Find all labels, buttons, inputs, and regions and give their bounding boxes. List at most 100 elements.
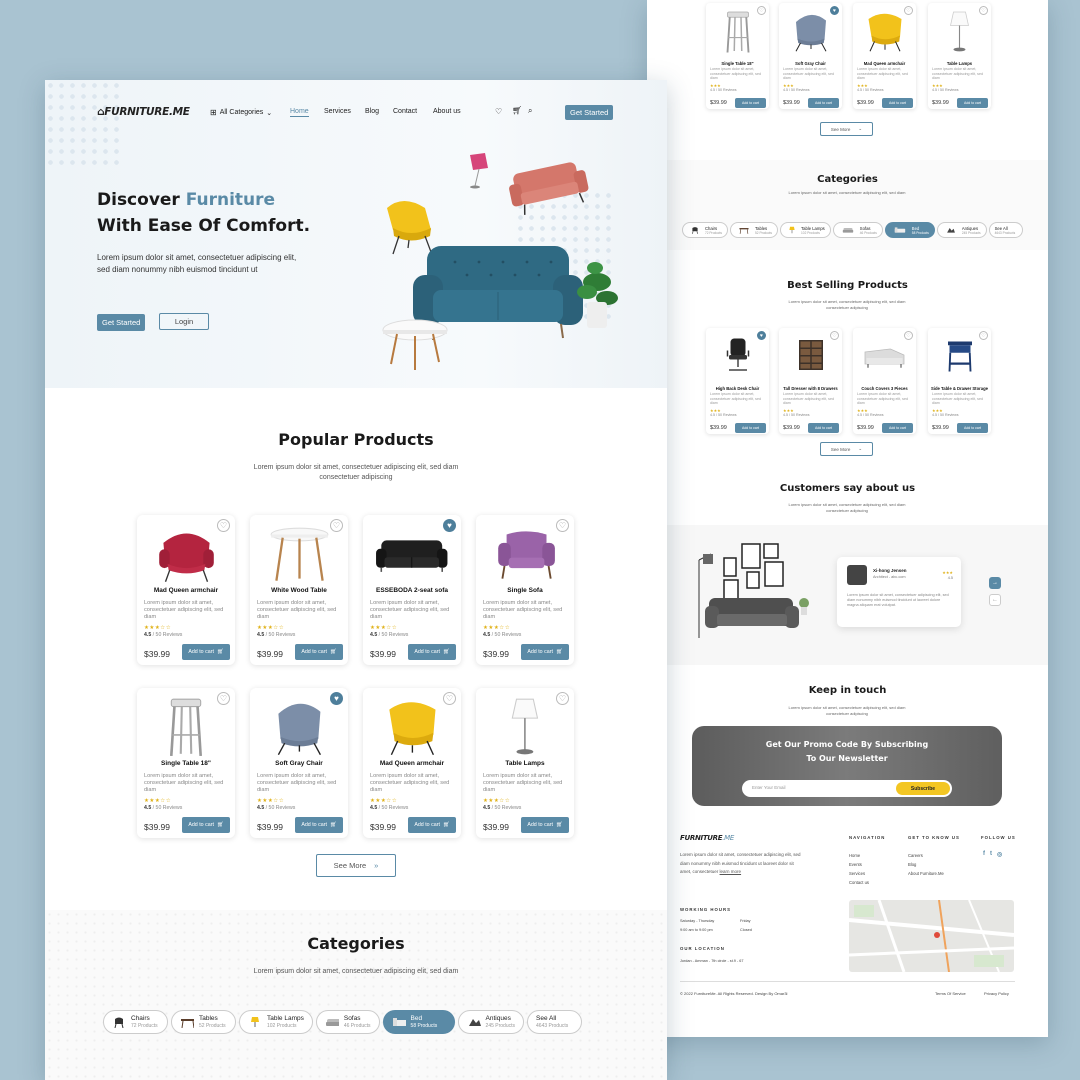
product-card[interactable]: ♥ Soft Gray Chair Lorem ipsum dolor sit … bbox=[779, 3, 842, 109]
newsletter-banner: Get Our Promo Code By Subscribing To Our… bbox=[692, 726, 1002, 806]
category-pill[interactable]: Table Lamps 102 Products bbox=[780, 222, 831, 238]
add-to-cart-button[interactable]: Add to cart 🛒︎ bbox=[408, 817, 456, 833]
product-card[interactable]: ♥ Soft Gray Chair Lorem ipsum dolor sit … bbox=[250, 688, 348, 838]
hero-login-button[interactable]: Login bbox=[159, 313, 209, 330]
map-pin-icon bbox=[934, 932, 940, 938]
location-map[interactable] bbox=[849, 900, 1014, 972]
footer-know-link[interactable]: About Furniture.Me bbox=[908, 869, 944, 878]
logo[interactable]: ⌂FURNITURE.ME bbox=[97, 106, 190, 118]
see-more-button-best[interactable]: See More ⌄ bbox=[820, 442, 873, 456]
instagram-icon[interactable]: ◎ bbox=[997, 851, 1002, 858]
category-pill[interactable]: Sofas 46 Products bbox=[832, 222, 883, 238]
nav-home[interactable]: Home bbox=[290, 108, 309, 117]
footer-nav-link[interactable]: Contact us bbox=[849, 878, 869, 887]
search-icon[interactable]: ⌕ bbox=[528, 106, 532, 116]
category-pill[interactable]: See All 4643 Products bbox=[527, 1010, 583, 1034]
all-categories-dropdown[interactable]: ⊞ All Categories ⌄ bbox=[210, 108, 272, 117]
privacy-link[interactable]: Privacy Policy bbox=[984, 990, 1009, 998]
add-to-cart-button[interactable]: Add to cart bbox=[882, 98, 913, 108]
add-to-cart-button[interactable]: Add to cart bbox=[735, 98, 766, 108]
nav-get-started-button[interactable]: Get Started bbox=[565, 105, 614, 120]
nav-blog[interactable]: Blog bbox=[365, 108, 379, 115]
twitter-icon[interactable]: t bbox=[990, 851, 992, 858]
category-pill[interactable]: Antiques 245 Products bbox=[457, 1010, 525, 1034]
product-card[interactable]: ♥ ESSEBODA 2-seat sofa Lorem ipsum dolor… bbox=[363, 515, 461, 665]
hero-dots-left bbox=[45, 80, 120, 170]
category-icon bbox=[248, 1016, 262, 1028]
hero-title-line2: With Ease Of Comfort. bbox=[97, 216, 311, 236]
email-input[interactable]: Enter Your Email Subscribe bbox=[742, 780, 952, 797]
product-card[interactable]: ♡ Side Table & Drawer Storage Lorem ipsu… bbox=[928, 328, 991, 434]
subscribe-button[interactable]: Subscribe bbox=[896, 782, 950, 795]
see-more-button-top[interactable]: See More ⌄ bbox=[820, 122, 873, 136]
category-text: Bed 58 Products bbox=[912, 226, 929, 235]
add-to-cart-button[interactable]: Add to cart bbox=[808, 423, 839, 433]
product-card[interactable]: ♡ Table Lamps Lorem ipsum dolor sit amet… bbox=[928, 3, 991, 109]
product-rating: 4.5 / 50 Reviews bbox=[483, 805, 521, 811]
product-card[interactable]: ♥ High Back Desk Chair Lorem ipsum dolor… bbox=[706, 328, 769, 434]
purple-chair-image bbox=[486, 521, 564, 585]
nav-contact[interactable]: Contact bbox=[393, 108, 417, 115]
add-to-cart-button[interactable]: Add to cart 🛒︎ bbox=[521, 644, 569, 660]
heart-icon[interactable]: ♡ bbox=[495, 107, 502, 116]
best-selling-title: Best Selling Products bbox=[787, 280, 908, 291]
category-pill[interactable]: Chairs 72 Products bbox=[103, 1010, 168, 1034]
category-pill[interactable]: Bed 58 Products bbox=[884, 222, 935, 238]
footer-know-link[interactable]: Careers bbox=[908, 851, 944, 860]
learn-more-link[interactable]: learn more bbox=[720, 869, 742, 874]
add-to-cart-button[interactable]: Add to cart bbox=[808, 98, 839, 108]
product-card[interactable]: ♡ Single Table 18" Lorem ipsum dolor sit… bbox=[706, 3, 769, 109]
product-card[interactable]: ♡ Mad Queen armchair Lorem ipsum dolor s… bbox=[363, 688, 461, 838]
product-card[interactable]: ♡ Tall Dresser with 8 Drawers Lorem ipsu… bbox=[779, 328, 842, 434]
add-to-cart-button[interactable]: Add to cart bbox=[735, 423, 766, 433]
cart-icon[interactable]: 🛒︎ bbox=[512, 106, 522, 115]
add-to-cart-button[interactable]: Add to cart 🛒︎ bbox=[521, 817, 569, 833]
add-to-cart-button[interactable]: Add to cart 🛒︎ bbox=[182, 817, 230, 833]
product-card[interactable]: ♡ White Wood Table Lorem ipsum dolor sit… bbox=[250, 515, 348, 665]
keep-in-touch-subtitle: Lorem ipsum dolor sit amet, consectetuer… bbox=[788, 705, 906, 716]
product-price: $39.99 bbox=[932, 100, 949, 106]
add-to-cart-button[interactable]: Add to cart 🛒︎ bbox=[295, 644, 343, 660]
footer-know-link[interactable]: Blog bbox=[908, 860, 944, 869]
footer-nav-link[interactable]: Home bbox=[849, 851, 869, 860]
category-pill[interactable]: Antiques 245 Products bbox=[936, 222, 987, 238]
product-card[interactable]: ♡ Single Sofa Lorem ipsum dolor sit amet… bbox=[476, 515, 574, 665]
add-to-cart-button[interactable]: Add to cart 🛒︎ bbox=[182, 644, 230, 660]
product-card[interactable]: ♡ Mad Queen armchair Lorem ipsum dolor s… bbox=[853, 3, 916, 109]
next-arrow-icon[interactable]: → bbox=[989, 577, 1001, 589]
nav-services[interactable]: Services bbox=[324, 108, 351, 115]
product-card[interactable]: ♡ Mad Queen armchair Lorem ipsum dolor s… bbox=[137, 515, 235, 665]
category-pill[interactable]: Tables 52 Products bbox=[730, 222, 779, 238]
add-to-cart-label: Add to cart bbox=[188, 822, 214, 828]
category-pill[interactable]: See All 4643 Products bbox=[988, 222, 1023, 238]
nav-about[interactable]: About us bbox=[433, 108, 461, 115]
product-name: Side Table & Drawer Storage bbox=[931, 386, 988, 391]
hero-get-started-button[interactable]: Get Started bbox=[97, 314, 146, 331]
product-card[interactable]: ♡ Couch Covers 3 Pieces Lorem ipsum dolo… bbox=[853, 328, 916, 434]
footer-nav-link[interactable]: Events bbox=[849, 860, 869, 869]
category-pill[interactable]: Table Lamps 102 Products bbox=[239, 1010, 313, 1034]
product-name: High Back Desk Chair bbox=[715, 386, 760, 391]
add-to-cart-button[interactable]: Add to cart bbox=[882, 423, 913, 433]
hero-title-accent: Furniture bbox=[185, 190, 276, 210]
product-card[interactable]: ♡ Single Table 18" Lorem ipsum dolor sit… bbox=[137, 688, 235, 838]
see-more-label: See More bbox=[830, 446, 851, 452]
footer-nav-link[interactable]: Services bbox=[849, 869, 869, 878]
add-to-cart-button[interactable]: Add to cart 🛒︎ bbox=[408, 644, 456, 660]
product-description: Lorem ipsum dolor sit amet, consectetuer… bbox=[483, 773, 563, 793]
category-pill[interactable]: Bed 58 Products bbox=[382, 1010, 455, 1034]
add-to-cart-button[interactable]: Add to cart bbox=[957, 98, 988, 108]
add-to-cart-button[interactable]: Add to cart bbox=[957, 423, 988, 433]
see-more-button[interactable]: See More » bbox=[316, 854, 396, 877]
product-card[interactable]: ♡ Table Lamps Lorem ipsum dolor sit amet… bbox=[476, 688, 574, 838]
prev-arrow-icon[interactable]: ← bbox=[989, 594, 1001, 606]
category-pill[interactable]: Tables 52 Products bbox=[171, 1010, 236, 1034]
category-pill[interactable]: Chairs 72 Products bbox=[682, 222, 729, 238]
category-text: Antiques 245 Products bbox=[962, 226, 981, 235]
terms-link[interactable]: Terms Of Service bbox=[935, 990, 966, 998]
facebook-icon[interactable]: f bbox=[983, 851, 985, 858]
add-to-cart-button[interactable]: Add to cart 🛒︎ bbox=[295, 817, 343, 833]
product-price: $39.99 bbox=[783, 425, 800, 431]
page-preview-secondary: ♡ Single Table 18" Lorem ipsum dolor sit… bbox=[647, 0, 1048, 1037]
category-pill[interactable]: Sofas 46 Products bbox=[315, 1010, 380, 1034]
